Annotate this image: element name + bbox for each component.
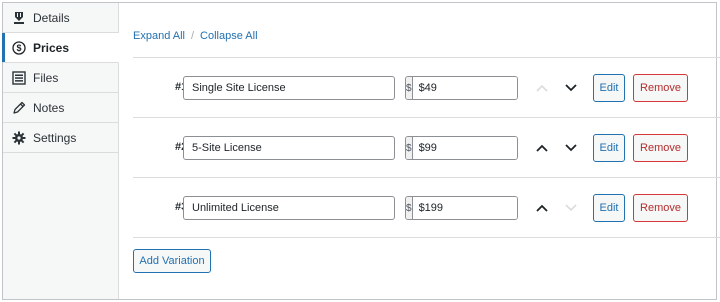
move-down-icon[interactable] — [563, 80, 579, 96]
edit-button[interactable]: Edit — [593, 74, 625, 102]
move-up-icon[interactable] — [534, 140, 550, 156]
variation-price-input[interactable] — [412, 197, 517, 219]
remove-button[interactable]: Remove — [633, 194, 688, 222]
svg-text:$: $ — [16, 43, 21, 53]
expand-all-link[interactable]: Expand All — [133, 30, 185, 42]
variation-row: #2 $ Edit Remove — [133, 118, 720, 178]
file-list-icon — [12, 70, 26, 85]
sidebar-item-label: Details — [33, 10, 70, 25]
sidebar-item-notes[interactable]: Notes — [3, 93, 118, 123]
toolbar-separator: / — [190, 30, 195, 42]
variation-price-input[interactable] — [412, 137, 517, 159]
move-up-icon[interactable] — [534, 200, 550, 216]
sidebar-item-prices[interactable]: $ Prices — [2, 33, 119, 63]
pencil-icon — [12, 101, 26, 115]
move-up-icon — [534, 80, 550, 96]
move-down-icon — [563, 200, 579, 216]
sidebar-item-files[interactable]: Files — [3, 63, 118, 93]
edit-button[interactable]: Edit — [593, 134, 625, 162]
variation-row: #1 $ Edit Remove — [133, 58, 720, 118]
variation-price-input[interactable] — [412, 77, 517, 99]
gear-icon — [12, 131, 26, 145]
sidebar-item-details[interactable]: Details — [3, 3, 118, 33]
collapse-all-link[interactable]: Collapse All — [200, 30, 257, 42]
sidebar-item-label: Notes — [33, 100, 65, 115]
remove-button[interactable]: Remove — [633, 74, 688, 102]
variation-price-field: $ — [405, 196, 518, 220]
variation-name-input[interactable] — [183, 76, 395, 100]
download-icon — [12, 11, 26, 25]
remove-button[interactable]: Remove — [633, 134, 688, 162]
variation-name-input[interactable] — [183, 136, 395, 160]
expand-collapse-toolbar: Expand All / Collapse All — [133, 30, 258, 42]
prices-panel: Expand All / Collapse All #1 $ Edit — [119, 3, 720, 299]
variations-list: #1 $ Edit Remove #2 — [133, 57, 720, 238]
variation-price-field: $ — [405, 136, 518, 160]
dollar-circle-icon: $ — [12, 40, 26, 55]
add-variation-button[interactable]: Add Variation — [133, 249, 211, 273]
variation-row: #3 $ Edit Remove — [133, 178, 720, 238]
edit-button[interactable]: Edit — [593, 194, 625, 222]
sidebar-item-label: Prices — [33, 40, 70, 55]
sidebar-item-label: Settings — [33, 130, 77, 145]
sidebar-item-settings[interactable]: Settings — [3, 123, 118, 153]
variation-name-input[interactable] — [183, 196, 395, 220]
sidebar: Details $ Prices Files Notes Settings — [2, 3, 119, 299]
sidebar-item-label: Files — [33, 70, 59, 85]
move-down-icon[interactable] — [563, 140, 579, 156]
download-editor-panel: Details $ Prices Files Notes Settings Ex… — [2, 2, 720, 300]
variation-price-field: $ — [405, 76, 518, 100]
